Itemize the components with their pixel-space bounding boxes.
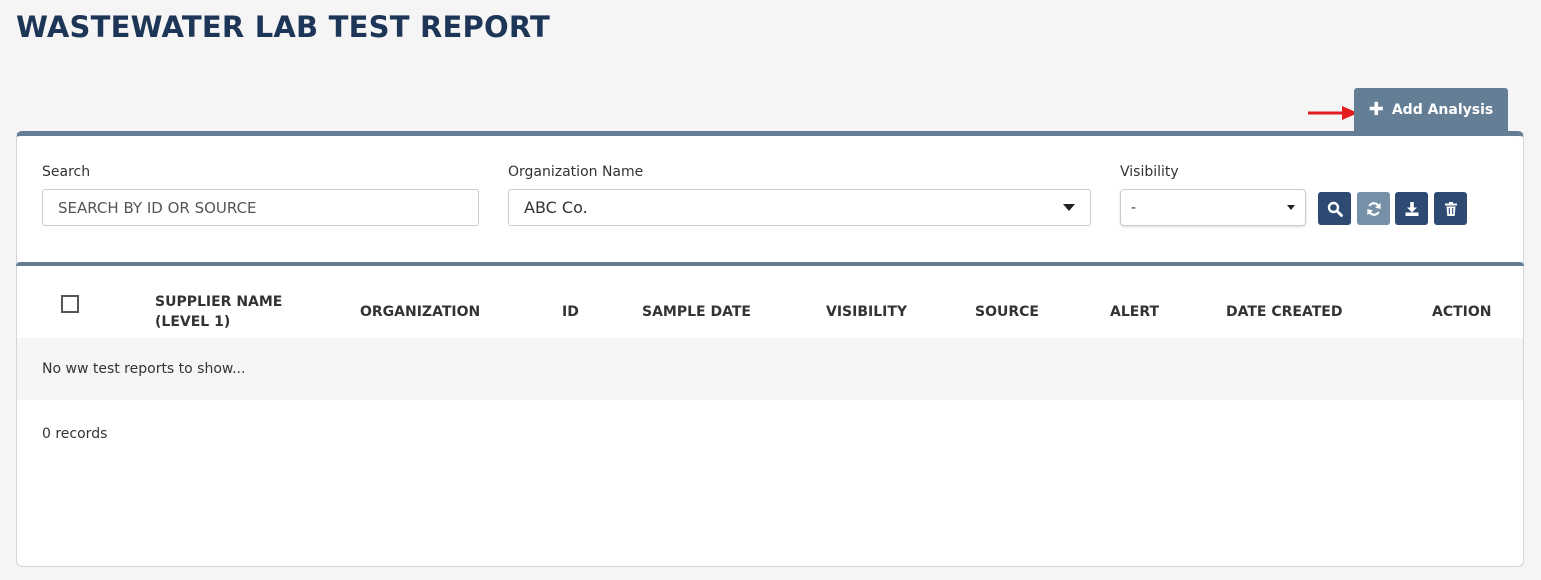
column-header-date-created[interactable]: DATE CREATED — [1226, 302, 1342, 322]
column-header-organization[interactable]: ORGANIZATION — [360, 302, 480, 322]
delete-button[interactable] — [1434, 192, 1467, 225]
records-count: 0 records — [42, 426, 108, 442]
column-header-alert[interactable]: ALERT — [1110, 302, 1159, 322]
column-header-source[interactable]: SOURCE — [975, 302, 1039, 322]
caret-down-icon — [1287, 205, 1295, 210]
report-panel: Search Organization Name ABC Co. Visibil… — [16, 131, 1524, 567]
search-label: Search — [42, 164, 91, 180]
add-analysis-label: Add Analysis — [1391, 102, 1494, 118]
column-header-visibility[interactable]: VISIBILITY — [826, 302, 907, 322]
visibility-select[interactable]: - — [1120, 189, 1306, 226]
select-all-checkbox[interactable] — [61, 295, 79, 313]
caret-down-icon — [1063, 204, 1075, 211]
organization-label: Organization Name — [508, 164, 644, 180]
add-analysis-button[interactable]: ✚ Add Analysis — [1354, 88, 1508, 132]
column-header-supplier-name[interactable]: SUPPLIER NAME (LEVEL 1) — [155, 292, 282, 332]
refresh-button[interactable] — [1357, 192, 1390, 225]
search-icon — [1327, 201, 1343, 217]
organization-select-value: ABC Co. — [524, 198, 588, 217]
column-header-supplier-name-line1: SUPPLIER NAME — [155, 294, 283, 310]
filter-bar: Search Organization Name ABC Co. Visibil… — [17, 136, 1523, 262]
column-header-sample-date[interactable]: SAMPLE DATE — [642, 302, 751, 322]
search-input[interactable] — [42, 189, 479, 226]
column-header-id[interactable]: ID — [562, 302, 579, 322]
search-button[interactable] — [1318, 192, 1351, 225]
column-header-action: ACTION — [1432, 304, 1492, 320]
visibility-select-value: - — [1131, 199, 1137, 216]
download-icon — [1405, 201, 1418, 216]
visibility-label: Visibility — [1120, 164, 1179, 180]
download-button[interactable] — [1395, 192, 1428, 225]
refresh-icon — [1366, 201, 1381, 216]
column-header-supplier-name-line2: (LEVEL 1) — [155, 314, 231, 330]
empty-table-message: No ww test reports to show... — [17, 338, 1523, 400]
table-header: SUPPLIER NAME (LEVEL 1) ORGANIZATION ID … — [17, 266, 1523, 338]
organization-select[interactable]: ABC Co. — [508, 189, 1091, 226]
page-title: WASTEWATER LAB TEST REPORT — [16, 10, 551, 44]
trash-icon — [1444, 201, 1457, 216]
plus-icon: ✚ — [1368, 99, 1384, 120]
